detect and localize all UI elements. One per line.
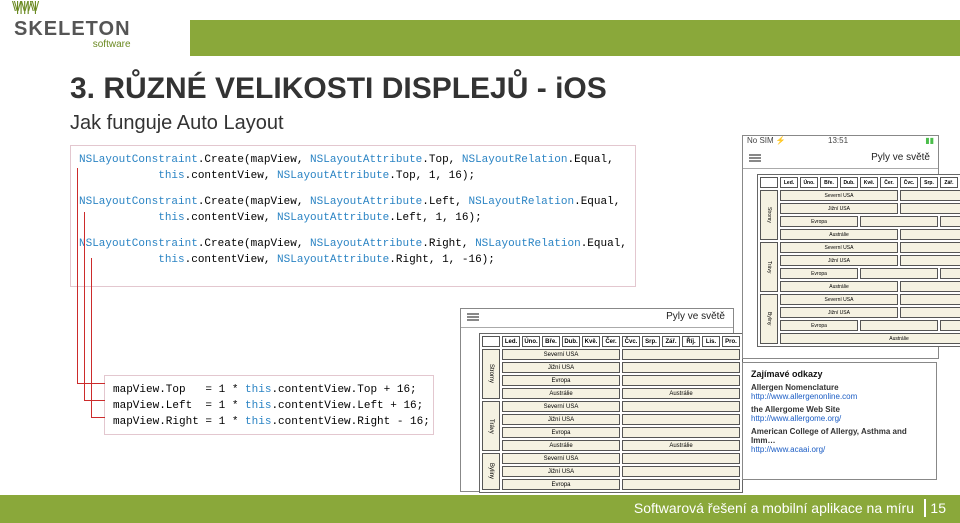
code-block-constraints: NSLayoutConstraint.Create(mapView, NSLay… [70,145,636,287]
links-heading: Zajímavé odkazy [751,369,928,379]
arrow-line [84,212,85,400]
phone-title: Pyly ve světě [871,152,930,163]
battery-icon: ▮▮ [925,136,934,145]
menu-icon[interactable] [749,154,761,162]
logo-decor: \\|/|\|/|/\\|/ [12,0,37,14]
link-url: http://www.allergenonline.com [751,392,928,401]
arrow-line [77,168,78,383]
header: \\|/|\|/|/\\|/ SKELETON software [0,0,960,64]
footer-page: 15 [930,500,946,516]
link-item[interactable]: Allergen Nomenclature http://www.allerge… [751,383,928,401]
code-block-equations: mapView.Top = 1 * this.contentView.Top +… [104,375,434,435]
footer-divider [924,499,926,517]
link-item[interactable]: the Allergome Web Site http://www.allerg… [751,405,928,423]
logo-main: SKELETON [14,18,131,41]
link-url: http://www.allergome.org/ [751,414,928,423]
slide-title: 3. RŮZNÉ VELIKOSTI DISPLEJŮ - iOS [70,72,607,106]
phone-statusbar: No SIM ⚡ 13:51 ▮▮ [743,136,938,150]
header-bar [190,20,960,56]
link-title: Allergen Nomenclature [751,383,928,392]
link-item[interactable]: American College of Allergy, Asthma and … [751,427,928,454]
footer-text: Softwarová řešení a mobilní aplikace na … [634,500,914,516]
phone-header: Pyly ve světě [461,309,733,328]
arrow-line [84,400,105,401]
links-panel: Zajímavé odkazy Allergen Nomenclature ht… [742,362,937,480]
slide-subtitle: Jak funguje Auto Layout [70,112,284,135]
arrow-line [91,258,92,417]
logo: SKELETON software [14,18,131,50]
pollen-table-wide: Led.Úno.Bře.Dub.Kvě.Čer.Čvc.Srp.Zář.Říj.… [479,333,743,493]
link-title: the Allergome Web Site [751,405,928,414]
arrow-line [91,417,105,418]
phone-mock-wide: Pyly ve světě Led.Úno.Bře.Dub.Kvě.Čer.Čv… [460,308,734,492]
phone-title: Pyly ve světě [666,311,725,322]
footer: Softwarová řešení a mobilní aplikace na … [0,495,960,523]
menu-icon[interactable] [467,313,479,321]
pollen-table-narrow: Led.Úno.Bře.Dub.Kvě.Čer.Čvc.Srp.Zář.Říj.… [757,174,960,347]
link-url: http://www.acaai.org/ [751,445,928,454]
status-sim: No SIM ⚡ [747,136,786,145]
link-title: American College of Allergy, Asthma and … [751,427,928,445]
phone-header: Pyly ve světě [743,150,938,169]
status-time: 13:51 [828,136,848,145]
phone-mock-narrow: No SIM ⚡ 13:51 ▮▮ Pyly ve světě Led.Úno.… [742,135,939,359]
